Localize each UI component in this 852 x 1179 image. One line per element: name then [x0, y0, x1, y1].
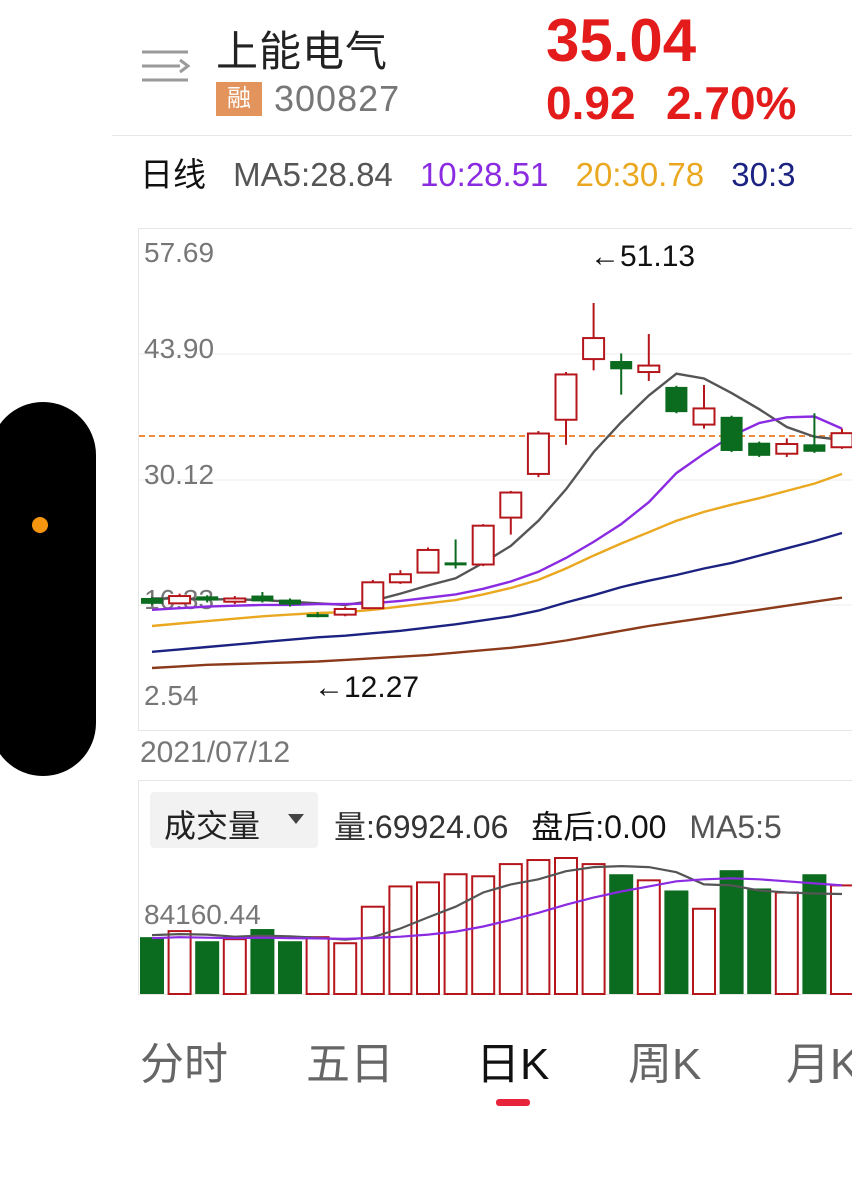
candle-body-down [665, 386, 688, 413]
ma-line-1 [152, 372, 843, 607]
volume-bar-up [443, 873, 468, 996]
volume-bar-up [830, 884, 852, 996]
high-price-marker: ←51.13 [590, 240, 695, 273]
candle-body-down [251, 595, 274, 602]
candle-body-down [748, 442, 771, 456]
candle-body-up [526, 432, 550, 475]
candle-body-up [830, 432, 852, 449]
volume-bar-down [747, 888, 772, 994]
volume-bar-up [774, 891, 799, 995]
volume-y-label: 84160.44 [144, 899, 261, 930]
tab-intraday[interactable]: 分时 [140, 1028, 228, 1092]
candle-body-down [444, 562, 467, 566]
candle-body-up [168, 595, 192, 605]
volume-bar-up [305, 936, 330, 996]
volume-bar-up [360, 905, 385, 996]
ma-line-3 [151, 472, 843, 628]
candle-body-up [637, 364, 661, 374]
candle-body-down [141, 597, 163, 604]
period-tab-bar: 分时 五日 日K 周K 月K [0, 1020, 852, 1110]
price-series-layer [141, 303, 852, 670]
tab-daily-k[interactable]: 日K [476, 1028, 549, 1092]
candle-body-down [196, 596, 219, 601]
candle-body-up [499, 491, 523, 519]
kline-chart[interactable]: 57.69 43.90 30.12 16.33 2.54 ←51.13 ←12.… [0, 0, 852, 1010]
volume-info-row: 量:69924.06 盘后:0.00 MA5:5 [334, 802, 796, 848]
volume-indicator-select[interactable]: 成交量 [150, 792, 318, 848]
candle-body-up [388, 573, 412, 584]
candle-body-up [582, 337, 606, 361]
volume-bar-down [719, 870, 744, 994]
volume-bar-up [416, 881, 440, 996]
y-axis-label: 30.12 [144, 459, 214, 490]
candle-body-down [306, 614, 329, 618]
volume-bar-down [664, 890, 689, 994]
low-price-marker: ←12.27 [314, 671, 419, 704]
tab-five-day[interactable]: 五日 [306, 1028, 394, 1092]
volume-bar-down [195, 941, 220, 994]
floating-side-handle[interactable] [0, 402, 96, 776]
chart-start-date: 2021/07/12 [140, 736, 291, 769]
volume-bar-down [278, 941, 302, 994]
active-tab-indicator [496, 1099, 530, 1106]
volume-bar-up [636, 879, 661, 996]
candle-body-up [416, 548, 440, 574]
volume-bar-up [388, 885, 413, 995]
candle-body-down [279, 599, 301, 605]
candle-body-up [471, 524, 495, 566]
candle-body-up [223, 597, 247, 603]
y-axis-label: 43.90 [144, 333, 214, 364]
y-axis-label: 57.69 [144, 237, 214, 268]
tab-weekly-k[interactable]: 周K [628, 1028, 701, 1092]
ma-line-5 [151, 596, 843, 670]
volume-bar-up [222, 938, 247, 995]
volume-bar-down [140, 937, 164, 994]
volume-ma5: MA5:5 [689, 809, 782, 845]
volume-bar-up [581, 863, 606, 995]
y-axis-label: 2.54 [144, 680, 199, 711]
volume-amount: 量:69924.06 [334, 809, 509, 845]
handle-dot-icon [32, 517, 48, 533]
volume-bar-up [167, 930, 192, 996]
volume-bar-up [333, 942, 358, 995]
after-hours-volume: 盘后:0.00 [531, 809, 667, 845]
caret-down-icon [288, 814, 304, 824]
candle-body-up [333, 607, 357, 616]
candle-body-up [775, 443, 799, 455]
candle-body-down [610, 361, 633, 370]
tab-monthly-k[interactable]: 月K [786, 1028, 852, 1092]
candle-body-up [554, 373, 578, 421]
candle-body-down [720, 416, 743, 451]
volume-indicator-label: 成交量 [164, 808, 261, 844]
candle-body-up [692, 407, 716, 426]
candle-body-up [361, 581, 385, 610]
volume-bar-up [554, 857, 578, 995]
volume-bar-up [471, 875, 496, 996]
volume-bar-up [692, 907, 716, 996]
candle-body-down [803, 444, 826, 452]
